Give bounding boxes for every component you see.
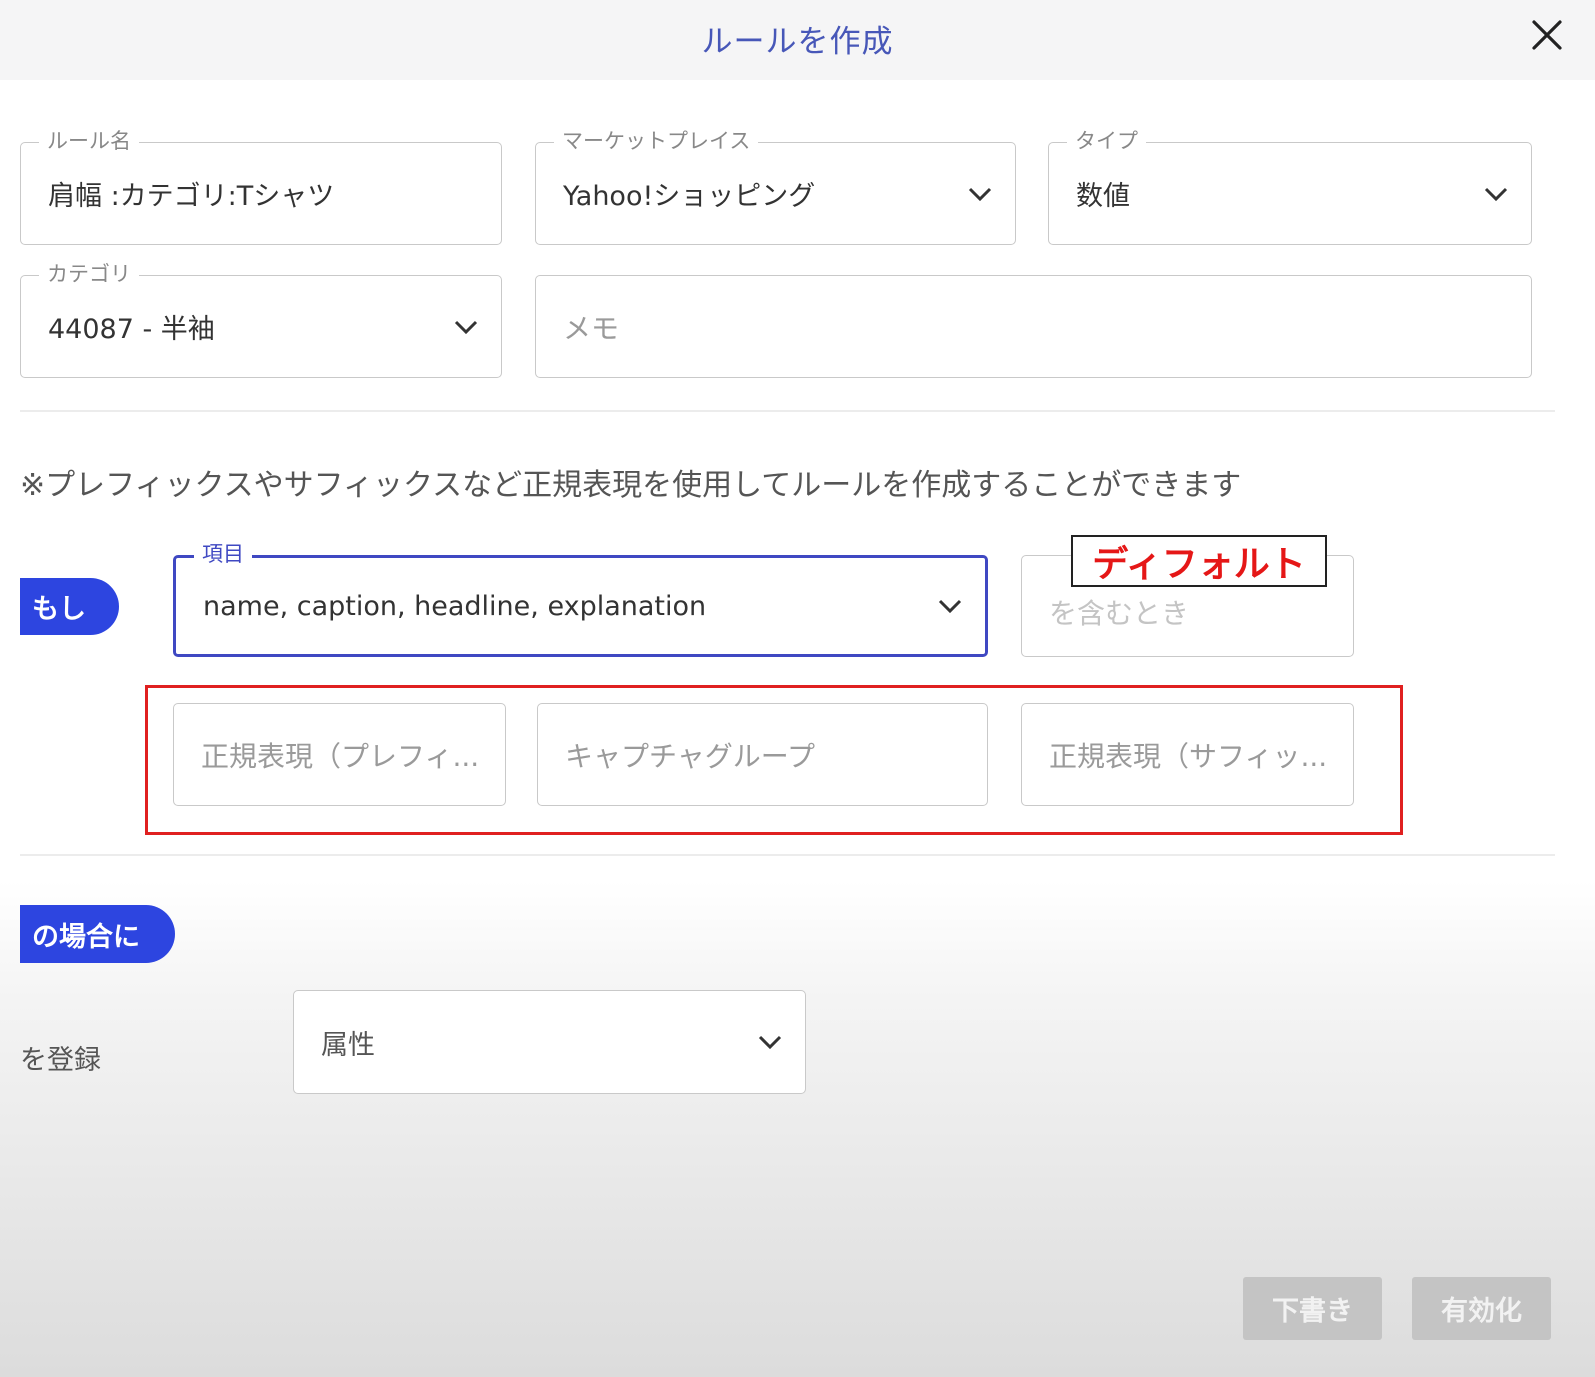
chevron-down-icon: [1484, 187, 1508, 201]
regex-note: ※プレフィックスやサフィックスなど正規表現を使用してルールを作成することができま…: [20, 468, 1242, 503]
register-target-value: 属性: [321, 1029, 375, 1061]
type-value: 数値: [1076, 181, 1130, 212]
category-select[interactable]: カテゴリ 44087 - 半袖: [20, 260, 502, 378]
marketplace-select[interactable]: マーケットプレイス Yahoo!ショッピング: [535, 127, 1016, 245]
item-value: name, caption, headline, explanation: [203, 590, 707, 622]
divider: [20, 410, 1555, 412]
dialog-header: ルールを作成: [0, 0, 1595, 80]
register-target-select[interactable]: 属性: [293, 990, 806, 1094]
chevron-down-icon: [968, 187, 992, 201]
marketplace-value: Yahoo!ショッピング: [563, 181, 816, 212]
category-value: 44087 - 半袖: [48, 314, 215, 345]
rule-name-value: 肩幅 :カテゴリ:Tシャツ: [48, 181, 335, 212]
then-badge: の場合に: [20, 905, 175, 963]
regex-highlight-box: [145, 685, 1403, 835]
dialog-title: ルールを作成: [701, 24, 894, 60]
draft-button[interactable]: 下書き: [1243, 1277, 1382, 1340]
close-icon[interactable]: [1530, 18, 1564, 52]
memo-placeholder: メモ: [563, 311, 620, 345]
enable-button[interactable]: 有効化: [1412, 1277, 1551, 1340]
chevron-down-icon: [938, 599, 962, 614]
default-annotation: ディフォルト: [1071, 535, 1327, 587]
item-select[interactable]: 項目 name, caption, headline, explanation: [173, 540, 988, 657]
chevron-down-icon: [758, 1035, 782, 1050]
memo-input[interactable]: メモ: [535, 275, 1532, 378]
register-label: を登録: [20, 1045, 101, 1076]
type-select[interactable]: タイプ 数値: [1048, 127, 1532, 245]
divider: [20, 854, 1555, 856]
if-badge: もし: [20, 578, 119, 635]
rule-name-field[interactable]: ルール名 肩幅 :カテゴリ:Tシャツ: [20, 127, 502, 245]
chevron-down-icon: [454, 320, 478, 334]
